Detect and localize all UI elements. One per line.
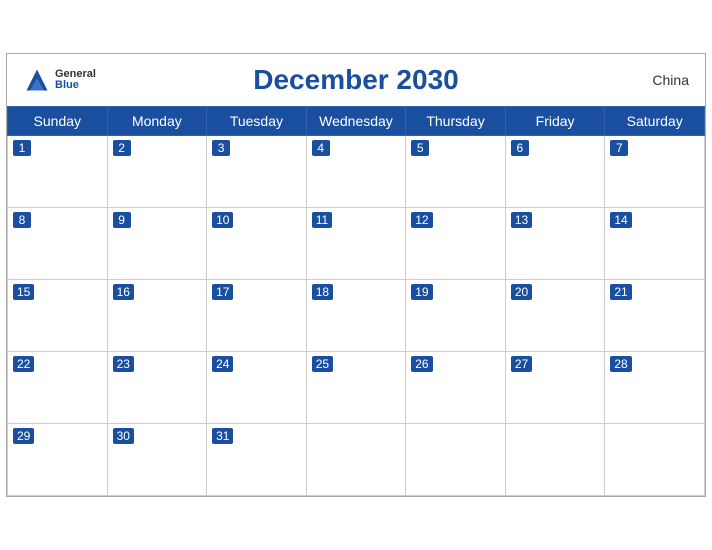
calendar-cell: 13: [505, 208, 605, 280]
day-number: 24: [212, 356, 233, 372]
calendar-cell: 29: [8, 424, 108, 496]
calendar-cell: 5: [406, 136, 506, 208]
calendar-cell: 1: [8, 136, 108, 208]
day-number: 26: [411, 356, 432, 372]
logo-blue-text: Blue: [55, 80, 96, 91]
calendar-cell: 19: [406, 280, 506, 352]
calendar-cell: 7: [605, 136, 705, 208]
day-number: 17: [212, 284, 233, 300]
country-label: China: [652, 72, 689, 88]
header-saturday: Saturday: [605, 107, 705, 136]
header-friday: Friday: [505, 107, 605, 136]
day-number: 8: [13, 212, 31, 228]
calendar-cell: [306, 424, 406, 496]
day-number: 29: [13, 428, 34, 444]
calendar-cell: 9: [107, 208, 207, 280]
calendar-cell: 25: [306, 352, 406, 424]
generalblue-logo-icon: [23, 66, 51, 94]
day-number: 7: [610, 140, 628, 156]
calendar-cell: 21: [605, 280, 705, 352]
week-row-3: 15 16 17 18 19 20 21: [8, 280, 705, 352]
calendar-cell: 22: [8, 352, 108, 424]
calendar-cell: [505, 424, 605, 496]
calendar-cell: 2: [107, 136, 207, 208]
calendar-cell: 18: [306, 280, 406, 352]
calendar-cell: 27: [505, 352, 605, 424]
day-number: 28: [610, 356, 631, 372]
day-number: 9: [113, 212, 131, 228]
week-row-4: 22 23 24 25 26 27 28: [8, 352, 705, 424]
calendar-cell: 24: [207, 352, 307, 424]
calendar-title: December 2030: [253, 64, 458, 96]
calendar-cell: 28: [605, 352, 705, 424]
day-number: 6: [511, 140, 529, 156]
header-sunday: Sunday: [8, 107, 108, 136]
day-number: 12: [411, 212, 432, 228]
day-number: 22: [13, 356, 34, 372]
calendar-cell: [605, 424, 705, 496]
day-number: 14: [610, 212, 631, 228]
header-wednesday: Wednesday: [306, 107, 406, 136]
logo-area: General Blue: [23, 66, 96, 94]
day-number: 25: [312, 356, 333, 372]
calendar-cell: 15: [8, 280, 108, 352]
calendar-cell: 14: [605, 208, 705, 280]
day-number: 31: [212, 428, 233, 444]
day-number: 30: [113, 428, 134, 444]
calendar-grid: Sunday Monday Tuesday Wednesday Thursday…: [7, 106, 705, 496]
calendar-cell: 8: [8, 208, 108, 280]
day-number: 15: [13, 284, 34, 300]
week-row-1: 1 2 3 4 5 6 7: [8, 136, 705, 208]
header-thursday: Thursday: [406, 107, 506, 136]
weekday-header-row: Sunday Monday Tuesday Wednesday Thursday…: [8, 107, 705, 136]
day-number: 3: [212, 140, 230, 156]
day-number: 1: [13, 140, 31, 156]
day-number: 21: [610, 284, 631, 300]
calendar-cell: 17: [207, 280, 307, 352]
calendar-cell: 11: [306, 208, 406, 280]
calendar-cell: 12: [406, 208, 506, 280]
day-number: 5: [411, 140, 429, 156]
day-number: 18: [312, 284, 333, 300]
day-number: 20: [511, 284, 532, 300]
header-monday: Monday: [107, 107, 207, 136]
calendar-cell: 4: [306, 136, 406, 208]
calendar-cell: 16: [107, 280, 207, 352]
day-number: 27: [511, 356, 532, 372]
logo-text: General Blue: [55, 69, 96, 91]
day-number: 16: [113, 284, 134, 300]
calendar-cell: 30: [107, 424, 207, 496]
day-number: 13: [511, 212, 532, 228]
calendar-cell: 6: [505, 136, 605, 208]
calendar-cell: 3: [207, 136, 307, 208]
day-number: 11: [312, 212, 332, 228]
calendar-cell: 23: [107, 352, 207, 424]
day-number: 23: [113, 356, 134, 372]
day-number: 4: [312, 140, 330, 156]
calendar-cell: [406, 424, 506, 496]
day-number: 10: [212, 212, 233, 228]
calendar-container: General Blue December 2030 China Sunday …: [6, 53, 706, 497]
header-tuesday: Tuesday: [207, 107, 307, 136]
calendar-header: General Blue December 2030 China: [7, 54, 705, 106]
calendar-cell: 10: [207, 208, 307, 280]
week-row-5: 29 30 31: [8, 424, 705, 496]
day-number: 2: [113, 140, 131, 156]
calendar-cell: 31: [207, 424, 307, 496]
week-row-2: 8 9 10 11 12 13 14: [8, 208, 705, 280]
calendar-body: 1234567891011121314151617181920212223242…: [8, 136, 705, 496]
calendar-cell: 26: [406, 352, 506, 424]
calendar-cell: 20: [505, 280, 605, 352]
day-number: 19: [411, 284, 432, 300]
